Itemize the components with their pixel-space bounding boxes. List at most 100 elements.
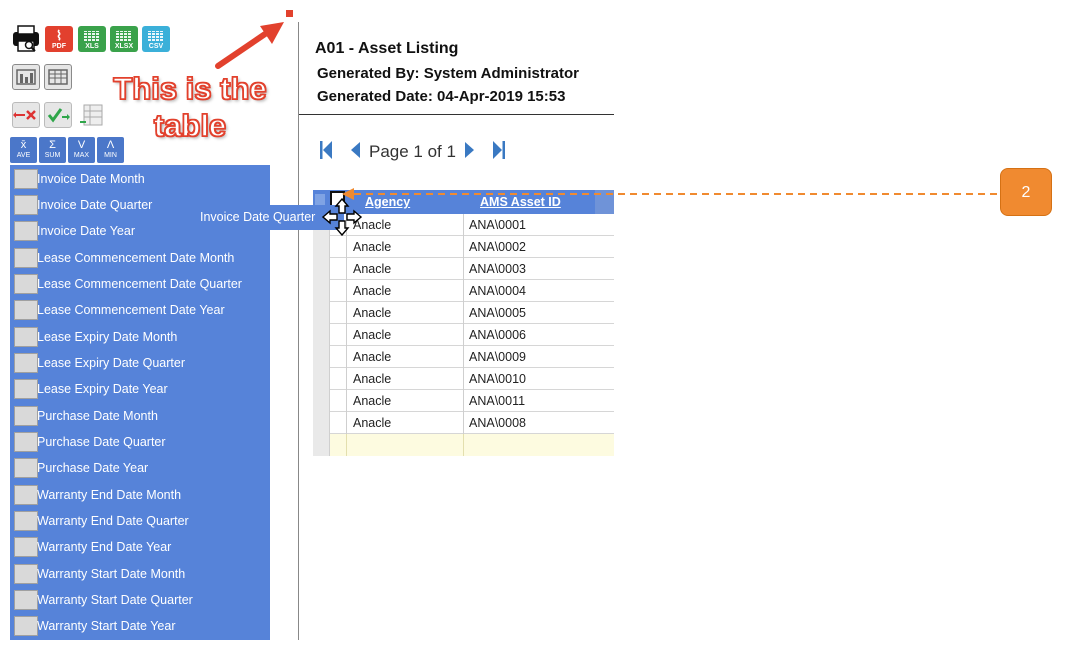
field-list-panel: Invoice Date Month Invoice Date Quarter … (10, 165, 270, 640)
add-column-icon[interactable] (78, 102, 106, 128)
field-checkbox[interactable] (14, 248, 38, 268)
previous-page-icon[interactable] (349, 139, 361, 165)
table-row: Anacle ANA\0002 (313, 236, 614, 258)
table-row: Anacle ANA\0004 (313, 280, 614, 302)
field-item[interactable]: Purchase Date Quarter (10, 429, 270, 455)
generated-by: Generated By: System Administrator (317, 65, 580, 82)
csv-icon[interactable]: CSV (142, 26, 170, 52)
report-viewer: A01 - Asset Listing Generated By: System… (298, 22, 614, 640)
field-item[interactable]: Warranty Start Date Quarter (10, 587, 270, 613)
cell-agency: Anacle (353, 262, 392, 276)
table-row: Anacle ANA\0003 (313, 258, 614, 280)
table-highlight-left-border (286, 10, 293, 638)
table-row: Anacle ANA\0006 (313, 324, 614, 346)
field-item[interactable]: Lease Expiry Date Quarter (10, 350, 270, 376)
field-item[interactable]: Warranty End Date Year (10, 534, 270, 560)
cell-asset-id: ANA\0010 (469, 372, 526, 386)
field-item[interactable]: Warranty End Date Quarter (10, 508, 270, 534)
field-item[interactable]: Warranty End Date Month (10, 482, 270, 508)
field-item[interactable]: Purchase Date Year (10, 455, 270, 481)
grid-view-icon[interactable] (44, 64, 72, 90)
field-item[interactable]: Lease Commencement Date Year (10, 297, 270, 323)
field-checkbox[interactable] (14, 485, 38, 505)
field-checkbox[interactable] (14, 195, 38, 215)
sum-button[interactable]: Σ SUM (39, 137, 66, 163)
annotation-label: This is the table (113, 70, 268, 144)
average-button[interactable]: x̄ AVE (10, 137, 37, 163)
cell-asset-id: ANA\0002 (469, 240, 526, 254)
field-item[interactable]: Warranty Start Date Year (10, 613, 270, 639)
field-label: Lease Commencement Date Year (37, 303, 225, 317)
cell-agency: Anacle (353, 394, 392, 408)
table-total-row (313, 434, 614, 456)
pager: Page 1 of 1 (319, 139, 506, 165)
field-item[interactable]: Lease Commencement Date Month (10, 245, 270, 271)
remove-column-icon[interactable] (12, 102, 40, 128)
next-page-icon[interactable] (464, 139, 476, 165)
field-label: Lease Expiry Date Year (37, 382, 168, 396)
field-checkbox[interactable] (14, 406, 38, 426)
field-label: Lease Commencement Date Month (37, 251, 235, 265)
step-callout-badge: 2 (1000, 168, 1052, 216)
cell-asset-id: ANA\0006 (469, 328, 526, 342)
field-item[interactable]: Invoice Date Month (10, 166, 270, 192)
page-indicator: Page 1 of 1 (369, 142, 456, 161)
field-label: Warranty End Date Quarter (37, 514, 189, 528)
field-item[interactable]: Lease Commencement Date Quarter (10, 271, 270, 297)
table-highlight-top-border (286, 10, 614, 17)
field-checkbox[interactable] (14, 590, 38, 610)
field-checkbox[interactable] (14, 564, 38, 584)
header-divider (299, 114, 614, 115)
field-checkbox[interactable] (14, 327, 38, 347)
apply-column-icon[interactable] (44, 102, 72, 128)
max-button[interactable]: V MAX (68, 137, 95, 163)
pdf-icon[interactable]: ⌇ PDF (45, 26, 73, 52)
field-item[interactable]: Warranty Start Date Month (10, 561, 270, 587)
xls-icon[interactable]: XLS (78, 26, 106, 52)
field-checkbox[interactable] (14, 537, 38, 557)
print-preview-icon[interactable] (12, 25, 42, 53)
field-checkbox[interactable] (14, 432, 38, 452)
cell-agency: Anacle (353, 328, 392, 342)
field-item[interactable]: Lease Expiry Date Year (10, 376, 270, 402)
cell-agency: Anacle (353, 372, 392, 386)
field-item[interactable]: Purchase Date Month (10, 403, 270, 429)
field-checkbox[interactable] (14, 458, 38, 478)
field-label: Warranty End Date Year (37, 540, 172, 554)
field-label: Warranty Start Date Year (37, 619, 176, 633)
table-row: Anacle ANA\0005 (313, 302, 614, 324)
cell-asset-id: ANA\0005 (469, 306, 526, 320)
field-label: Lease Expiry Date Quarter (37, 356, 185, 370)
field-checkbox[interactable] (14, 300, 38, 320)
cell-asset-id: ANA\0008 (469, 416, 526, 430)
field-checkbox[interactable] (14, 511, 38, 531)
field-label: Warranty Start Date Quarter (37, 593, 193, 607)
xlsx-icon[interactable]: XLSX (110, 26, 138, 52)
field-checkbox[interactable] (14, 169, 38, 189)
field-checkbox[interactable] (14, 616, 38, 636)
last-page-icon[interactable] (492, 139, 506, 165)
field-checkbox[interactable] (14, 353, 38, 373)
field-checkbox[interactable] (14, 274, 38, 294)
generated-date: Generated Date: 04-Apr-2019 15:53 (317, 88, 566, 105)
field-label: Lease Expiry Date Month (37, 330, 178, 344)
cell-asset-id: ANA\0003 (469, 262, 526, 276)
first-page-icon[interactable] (319, 139, 333, 165)
field-checkbox[interactable] (14, 379, 38, 399)
field-checkbox[interactable] (14, 221, 38, 241)
cell-asset-id: ANA\0001 (469, 218, 526, 232)
table-row: Anacle ANA\0008 (313, 412, 614, 434)
cell-agency: Anacle (353, 416, 392, 430)
field-label: Purchase Date Month (37, 409, 158, 423)
cell-agency: Anacle (353, 284, 392, 298)
move-cursor-icon (321, 197, 363, 237)
cell-agency: Anacle (353, 240, 392, 254)
field-label: Invoice Date Quarter (37, 198, 153, 212)
report-title: A01 - Asset Listing (315, 40, 459, 57)
field-label: Lease Commencement Date Quarter (37, 277, 242, 291)
table-row: Anacle ANA\0010 (313, 368, 614, 390)
field-item[interactable]: Lease Expiry Date Month (10, 324, 270, 350)
cell-asset-id: ANA\0009 (469, 350, 526, 364)
chart-view-icon[interactable] (12, 64, 40, 90)
field-label: Purchase Date Year (37, 461, 149, 475)
